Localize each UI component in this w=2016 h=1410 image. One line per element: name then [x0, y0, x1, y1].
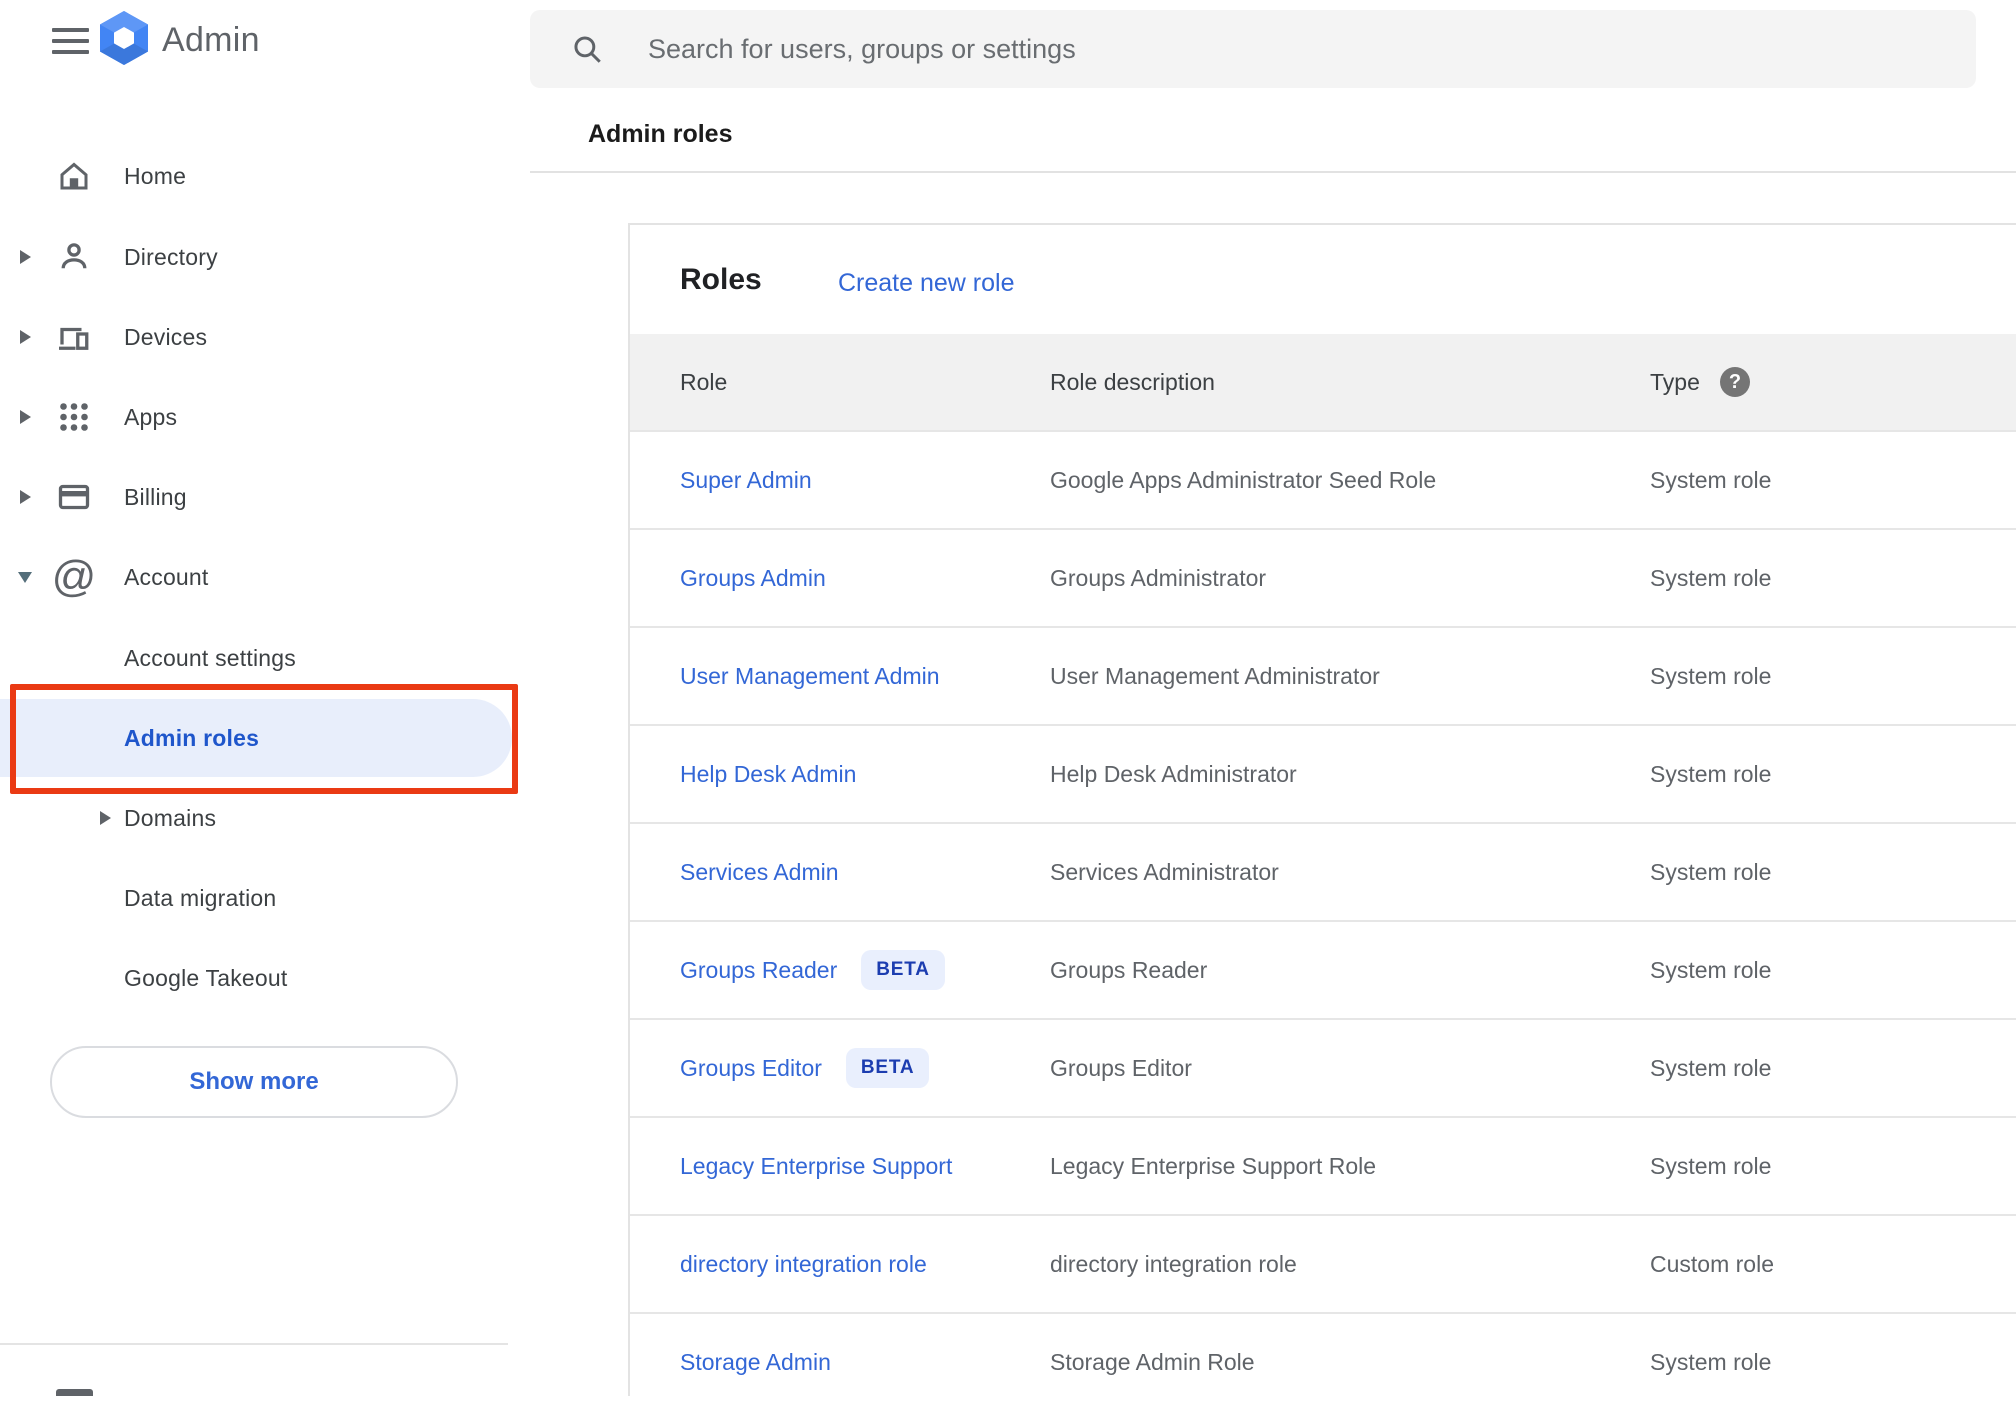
sidebar-item-home[interactable]: Home — [0, 136, 520, 216]
sidebar-item-label: Account settings — [124, 644, 296, 671]
role-description: Google Apps Administrator Seed Role — [1050, 466, 1437, 493]
table-row: Help Desk Admin Help Desk Administrator … — [630, 724, 2016, 822]
beta-badge: BETA — [861, 950, 945, 990]
search-input[interactable] — [648, 10, 1948, 88]
sidebar: Admin Home Directory Devices Apps Billin… — [0, 0, 530, 1396]
search-bar — [530, 10, 1976, 88]
card-title: Roles — [680, 263, 762, 296]
roles-table: Super Admin Google Apps Administrator Se… — [630, 430, 2016, 1410]
devices-icon — [55, 318, 93, 356]
role-type: System role — [1650, 858, 1772, 885]
search-icon — [570, 32, 604, 66]
sidebar-item-account-settings[interactable]: Account settings — [0, 618, 520, 698]
expand-arrow-icon[interactable] — [20, 330, 31, 344]
at-icon: @ — [51, 552, 97, 601]
hamburger-menu-icon[interactable] — [52, 28, 89, 56]
collapse-arrow-icon[interactable] — [18, 571, 32, 583]
role-link-text: Groups Editor — [680, 1054, 822, 1081]
role-link[interactable]: directory integration role — [680, 1216, 927, 1312]
sidebar-item-data-migration[interactable]: Data migration — [0, 858, 520, 938]
role-description: Groups Editor — [1050, 1054, 1192, 1081]
role-link[interactable]: Super Admin — [680, 432, 812, 528]
sidebar-item-domains[interactable]: Domains — [0, 778, 520, 858]
sidebar-item-label: Directory — [124, 243, 218, 270]
table-row: Storage Admin Storage Admin Role System … — [630, 1312, 2016, 1410]
role-link[interactable]: Groups Editor BETA — [680, 1020, 930, 1116]
table-row: Groups Editor BETA Groups Editor System … — [630, 1018, 2016, 1116]
role-description: Groups Reader — [1050, 956, 1208, 983]
admin-logo[interactable]: Admin — [100, 10, 260, 70]
sidebar-item-label: Account — [124, 563, 209, 590]
show-more-button[interactable]: Show more — [50, 1046, 458, 1118]
expand-arrow-icon[interactable] — [20, 250, 31, 264]
role-description: User Management Administrator — [1050, 662, 1380, 689]
show-more-label: Show more — [189, 1068, 319, 1095]
sidebar-item-label: Admin roles — [124, 724, 260, 751]
sidebar-item-label: Domains — [124, 804, 217, 831]
role-type: Custom role — [1650, 1250, 1774, 1277]
expand-arrow-icon[interactable] — [20, 490, 31, 504]
sidebar-item-label: Google Takeout — [124, 964, 288, 991]
home-icon — [55, 157, 93, 195]
person-icon — [55, 238, 93, 276]
sidebar-item-label: Billing — [124, 483, 187, 510]
sidebar-item-label: Data migration — [124, 884, 277, 911]
role-type: System role — [1650, 760, 1772, 787]
role-type: System role — [1650, 1054, 1772, 1081]
role-type: System role — [1650, 662, 1772, 689]
sidebar-item-label: Apps — [124, 403, 178, 430]
role-link[interactable]: Help Desk Admin — [680, 726, 856, 822]
cut-off-bottom-icon — [56, 1389, 93, 1396]
role-link[interactable]: User Management Admin — [680, 628, 940, 724]
admin-logo-icon — [100, 10, 148, 70]
sidebar-item-google-takeout[interactable]: Google Takeout — [0, 938, 520, 1018]
sidebar-item-billing[interactable]: Billing — [0, 457, 520, 537]
sidebar-item-label: Home — [124, 162, 187, 189]
role-link[interactable]: Services Admin — [680, 824, 839, 920]
table-row: Legacy Enterprise Support Legacy Enterpr… — [630, 1116, 2016, 1214]
sidebar-item-devices[interactable]: Devices — [0, 297, 520, 377]
table-row: User Management Admin User Management Ad… — [630, 626, 2016, 724]
beta-badge: BETA — [845, 1048, 930, 1088]
expand-arrow-icon[interactable] — [100, 811, 111, 825]
role-link[interactable]: Legacy Enterprise Support — [680, 1118, 952, 1214]
sidebar-item-label: Devices — [124, 323, 208, 350]
role-description: Help Desk Administrator — [1050, 760, 1297, 787]
column-header-description: Role description — [1050, 368, 1215, 395]
role-type: System role — [1650, 956, 1772, 983]
role-description: Legacy Enterprise Support Role — [1050, 1152, 1377, 1179]
table-row: Groups Admin Groups Administrator System… — [630, 528, 2016, 626]
role-type: System role — [1650, 1152, 1772, 1179]
column-header-type: Type — [1650, 368, 1700, 395]
expand-arrow-icon[interactable] — [20, 410, 31, 424]
table-row: Super Admin Google Apps Administrator Se… — [630, 430, 2016, 528]
admin-logo-text: Admin — [162, 20, 260, 59]
sidebar-item-directory[interactable]: Directory — [0, 217, 520, 297]
sidebar-item-apps[interactable]: Apps — [0, 377, 520, 457]
role-link[interactable]: Groups Admin — [680, 530, 826, 626]
billing-icon — [55, 478, 93, 516]
help-icon[interactable]: ? — [1720, 367, 1750, 397]
breadcrumb: Admin roles — [588, 120, 733, 148]
sidebar-item-admin-roles[interactable]: Admin roles — [0, 699, 512, 777]
create-new-role-link[interactable]: Create new role — [838, 269, 1014, 298]
sidebar-item-account[interactable]: @ Account — [0, 537, 520, 617]
role-link[interactable]: Groups Reader BETA — [680, 922, 945, 1018]
table-row: Groups Reader BETA Groups Reader System … — [630, 920, 2016, 1018]
sidebar-bottom-divider — [0, 1343, 508, 1345]
apps-grid-icon — [55, 398, 93, 436]
column-header-role: Role — [680, 368, 728, 395]
role-type: System role — [1650, 564, 1772, 591]
role-type: System role — [1650, 466, 1772, 493]
role-description: directory integration role — [1050, 1250, 1297, 1277]
role-description: Groups Administrator — [1050, 564, 1267, 591]
roles-card: Roles Create new role Role Role descript… — [628, 223, 2016, 1396]
table-row: Services Admin Services Administrator Sy… — [630, 822, 2016, 920]
table-header-row: Role Role description Type ? — [630, 334, 2016, 430]
table-row: directory integration role directory int… — [630, 1214, 2016, 1312]
role-description: Services Administrator — [1050, 858, 1279, 885]
role-link-text: Groups Reader — [680, 956, 838, 983]
header-divider — [530, 171, 2016, 173]
